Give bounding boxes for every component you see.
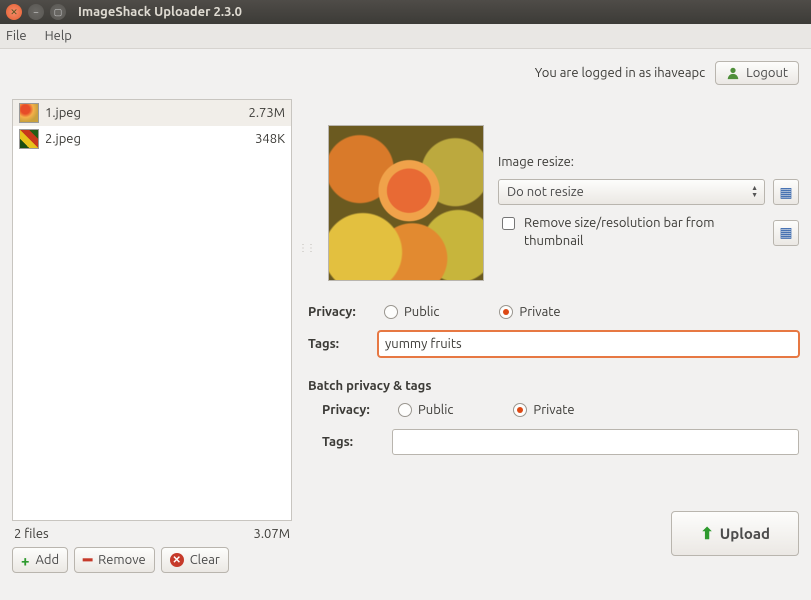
batch-privacy-private-label: Private [533,403,574,417]
upload-button[interactable]: ⬆ Upload [671,511,799,556]
file-list[interactable]: 1.jpeg 2.73M 2.jpeg 348K [12,99,292,521]
window-maximize-button[interactable]: ▢ [50,4,66,20]
user-icon [726,66,740,80]
add-button[interactable]: + Add [12,547,68,573]
remove-button[interactable]: ━ Remove [74,547,155,573]
batch-privacy-public-label: Public [418,403,453,417]
menubar: File Help [0,24,811,49]
resize-label: Image resize: [498,155,799,169]
remove-bar-apply-all-button[interactable]: ▦ [773,220,799,246]
radio-icon [384,305,398,319]
file-row[interactable]: 2.jpeg 348K [13,126,291,152]
remove-label: Remove [98,553,146,567]
resize-apply-all-button[interactable]: ▦ [773,179,799,205]
logout-button[interactable]: Logout [715,61,799,85]
privacy-private-label: Private [519,305,560,319]
radio-icon [398,403,412,417]
clear-button[interactable]: ✕ Clear [161,547,229,573]
privacy-public-radio[interactable]: Public [384,305,439,319]
menu-file[interactable]: File [6,29,27,43]
privacy-public-label: Public [404,305,439,319]
add-label: Add [35,553,59,567]
resize-value: Do not resize [507,185,584,199]
file-thumb-icon [19,103,39,123]
radio-icon [499,305,513,319]
batch-privacy-label: Privacy: [322,403,392,417]
plus-icon: + [21,552,29,569]
upload-arrow-icon: ⬆ [700,524,713,543]
batch-title: Batch privacy & tags [308,379,799,393]
file-count: 2 files [14,527,49,541]
window-minimize-button[interactable]: – [28,4,44,20]
window-close-button[interactable]: ✕ [6,4,22,20]
file-total-size: 3.07M [254,527,291,541]
clear-label: Clear [190,553,220,567]
batch-tags-input[interactable] [392,429,799,455]
remove-bar-label: Remove size/resolution bar from thumbnai… [524,215,765,250]
titlebar: ✕ – ▢ ImageShack Uploader 2.3.0 [0,0,811,24]
tags-label: Tags: [308,337,378,351]
image-preview [328,125,484,281]
batch-privacy-public-radio[interactable]: Public [398,403,453,417]
privacy-label: Privacy: [308,305,378,319]
radio-icon [513,403,527,417]
minus-icon: ━ [83,551,92,569]
file-name: 2.jpeg [45,132,249,146]
file-thumb-icon [19,129,39,149]
upload-label: Upload [720,525,770,542]
file-size: 348K [255,132,285,146]
batch-privacy-private-radio[interactable]: Private [513,403,574,417]
file-name: 1.jpeg [45,106,243,120]
batch-tags-label: Tags: [322,435,392,449]
privacy-private-radio[interactable]: Private [499,305,560,319]
login-status: You are logged in as ihaveapc [535,66,705,80]
file-row[interactable]: 1.jpeg 2.73M [13,100,291,126]
tags-input[interactable] [378,331,799,357]
window-title: ImageShack Uploader 2.3.0 [78,5,242,19]
grid-icon: ▦ [779,224,792,241]
file-size: 2.73M [249,106,286,120]
spin-icon: ▲▼ [751,185,758,199]
remove-bar-checkbox[interactable] [502,217,515,230]
menu-help[interactable]: Help [45,29,72,43]
grid-icon: ▦ [779,184,792,201]
grip-icon: ⋮⋮ [298,242,314,254]
resize-select[interactable]: Do not resize ▲▼ [498,179,765,205]
logout-label: Logout [746,66,788,80]
clear-icon: ✕ [170,553,184,567]
